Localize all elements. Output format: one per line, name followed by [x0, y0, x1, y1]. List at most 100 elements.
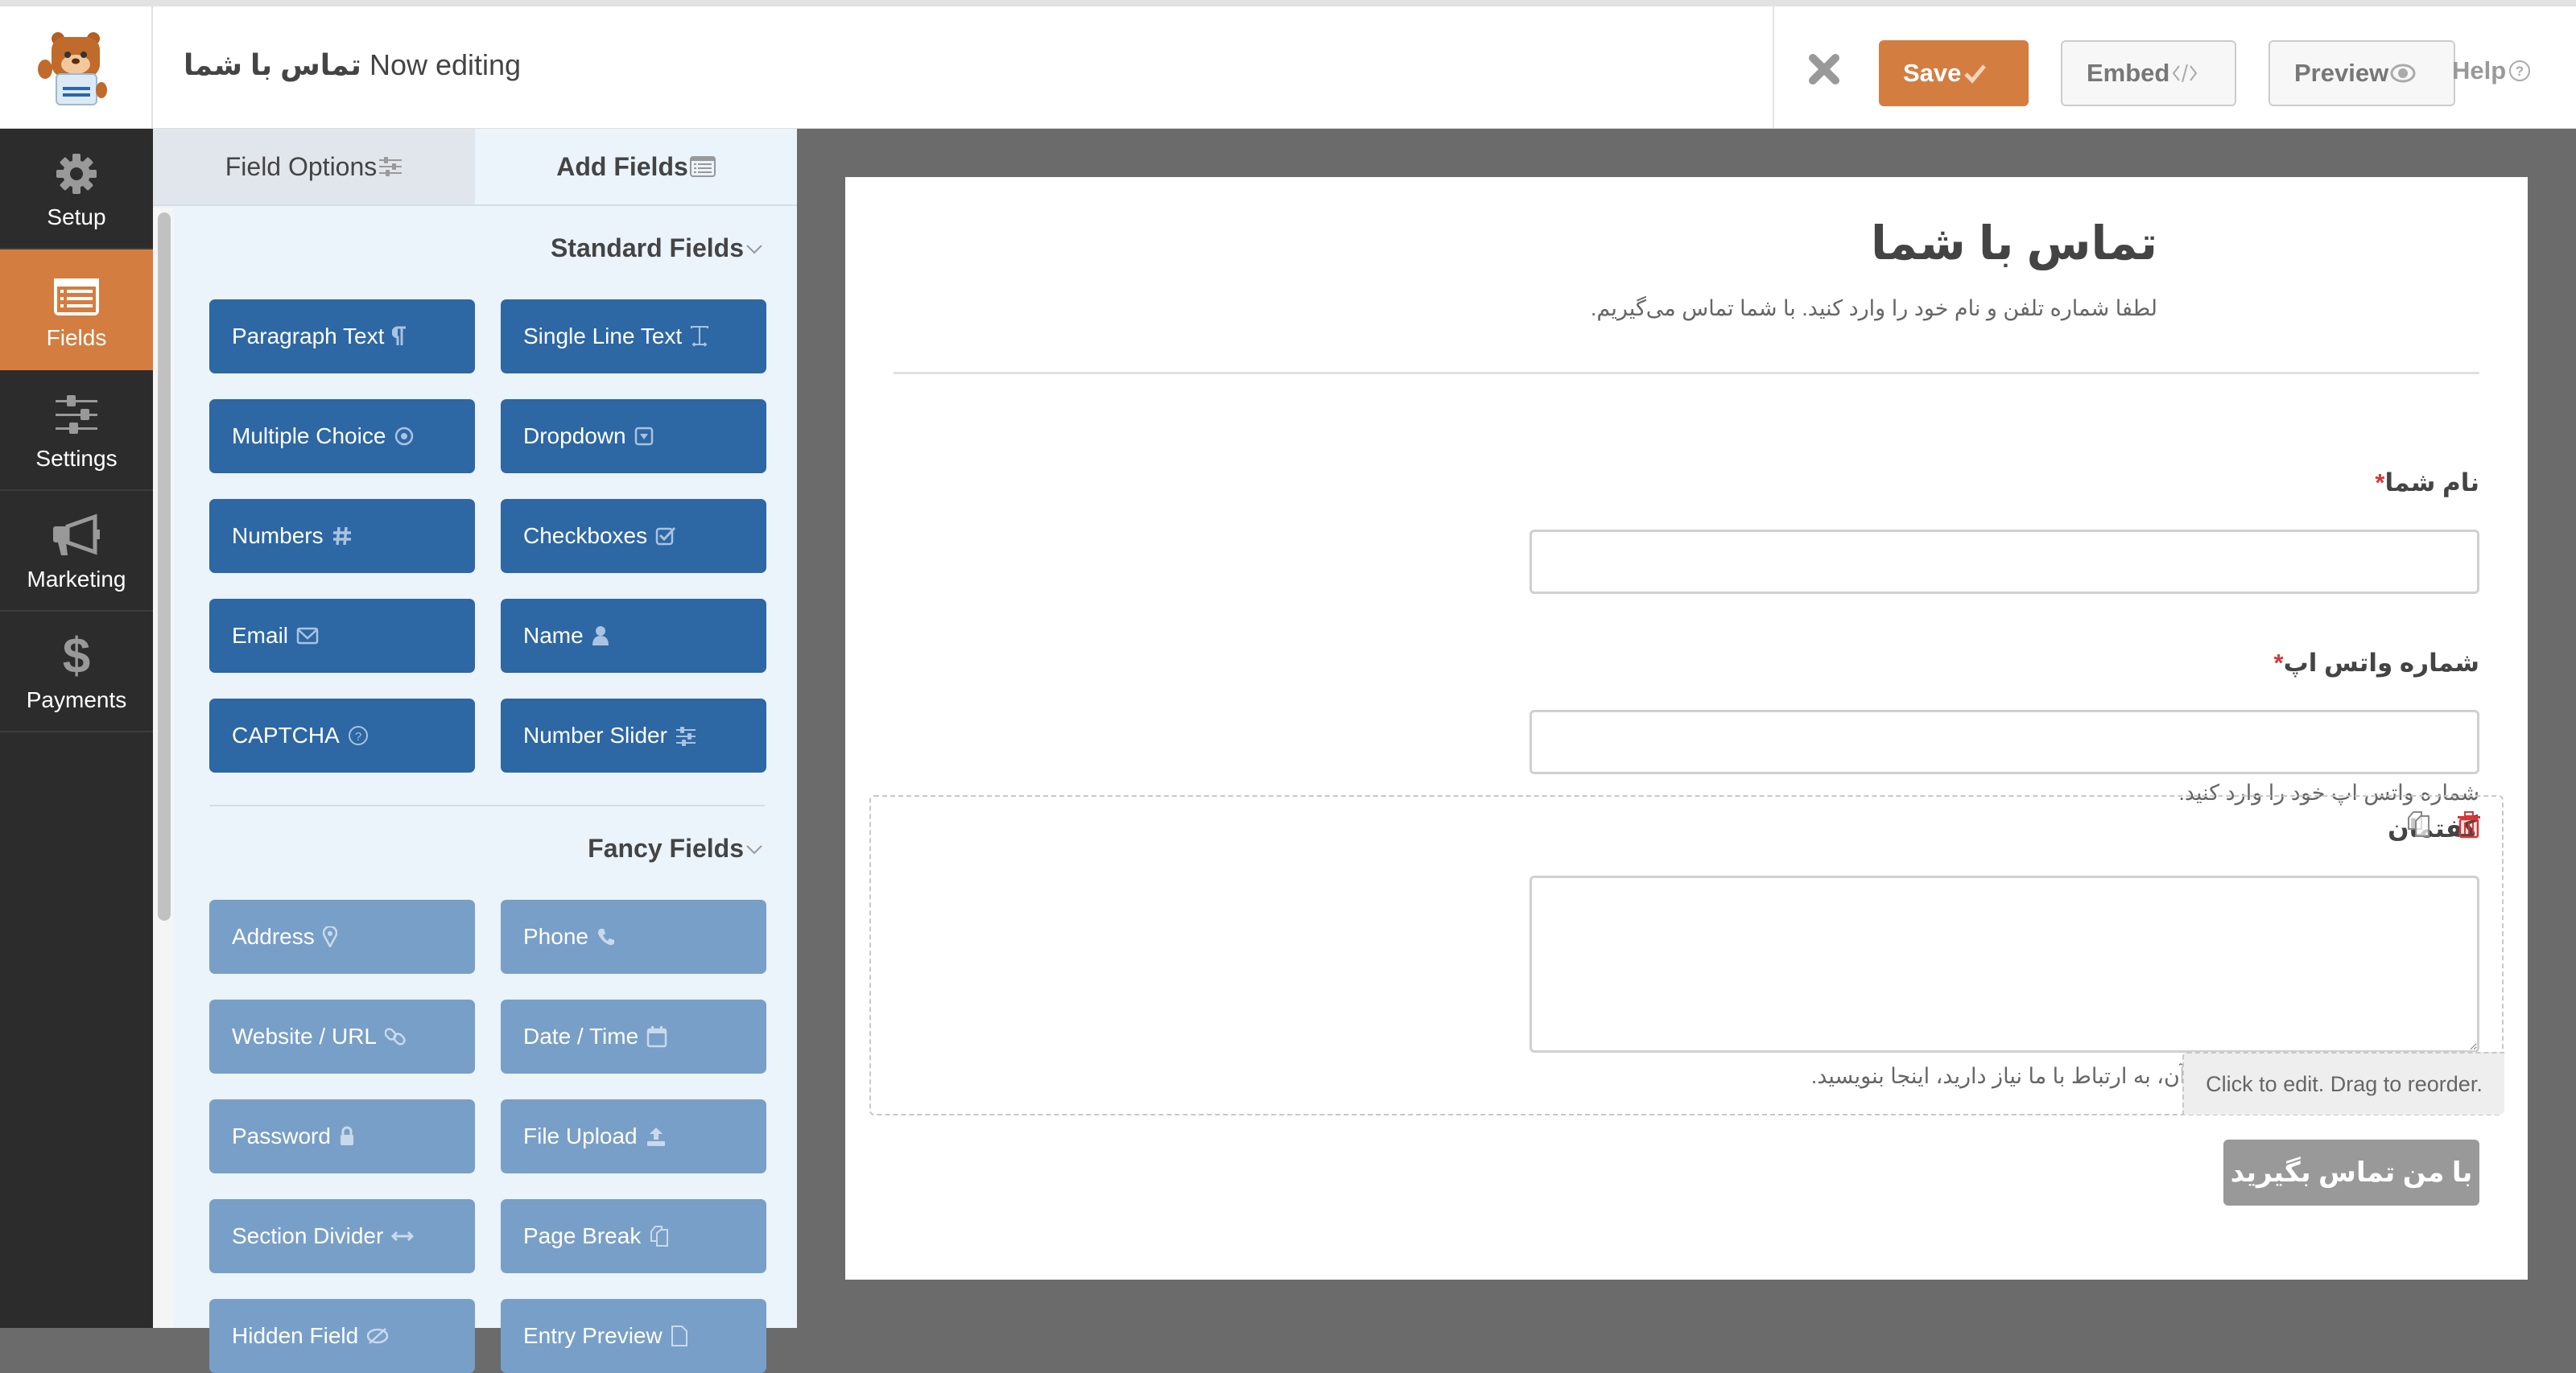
chevron-down-icon	[745, 842, 763, 856]
form-preview: تماس با شما لطفا شماره تلفن و نام خود را…	[845, 177, 2528, 1280]
add-field-name[interactable]: Name	[501, 599, 766, 673]
nav-label: Fields	[46, 325, 107, 350]
form-header-divider	[894, 372, 2479, 374]
field-label-name[interactable]: نام شما*	[2375, 468, 2479, 497]
field-label: Number Slider	[523, 723, 667, 748]
tab-field-options[interactable]: Field Options	[153, 129, 475, 204]
help-button[interactable]: Help ?	[2452, 56, 2532, 85]
add-field-page-break[interactable]: Page Break	[501, 1199, 766, 1273]
add-field-address[interactable]: Address	[209, 900, 475, 974]
add-field-numbers[interactable]: Numbers	[209, 499, 475, 573]
field-label-message[interactable]: گفتمان	[2388, 811, 2481, 843]
arrows-h-icon	[391, 1229, 415, 1243]
calendar-icon	[646, 1025, 667, 1048]
field-label: Address	[232, 924, 315, 949]
now-editing-heading: تماس با شما Now editing	[184, 48, 521, 82]
upload-icon	[646, 1126, 667, 1147]
required-marker: *	[2273, 649, 2284, 677]
add-field-paragraph-text[interactable]: Paragraph Text	[209, 299, 475, 373]
close-icon	[1809, 54, 1839, 85]
chevron-down-icon	[745, 241, 763, 256]
nav-item-setup[interactable]: Setup	[0, 129, 153, 249]
label-text: شماره واتس اپ	[2283, 649, 2479, 677]
svg-text:?: ?	[355, 730, 361, 744]
add-field-captcha[interactable]: CAPTCHA ?	[209, 699, 475, 773]
logo	[0, 6, 153, 129]
phone-icon	[597, 927, 616, 946]
trash-icon[interactable]	[2457, 811, 2481, 839]
field-label: Numbers	[232, 523, 324, 548]
lock-icon	[339, 1126, 355, 1147]
add-field-checkboxes[interactable]: Checkboxes	[501, 499, 766, 573]
add-field-file-upload[interactable]: File Upload	[501, 1099, 766, 1173]
preview-label: Preview	[2294, 59, 2389, 87]
envelope-icon	[296, 626, 319, 645]
add-field-website-url[interactable]: Website / URL	[209, 1000, 475, 1074]
nav-item-marketing[interactable]: Marketing	[0, 491, 153, 612]
save-button[interactable]: Save	[1879, 40, 2029, 106]
field-label: Section Divider	[232, 1223, 384, 1248]
name-input[interactable]	[1530, 530, 2479, 594]
message-textarea[interactable]	[1530, 876, 2479, 1053]
submit-button[interactable]: با من تماس بگیرید	[2223, 1140, 2479, 1206]
form-description[interactable]: لطفا شماره تلفن و نام خود را وارد کنید. …	[1591, 296, 2157, 321]
add-field-entry-preview[interactable]: Entry Preview	[501, 1299, 766, 1373]
field-label-whatsapp[interactable]: شماره واتس اپ*	[2274, 649, 2480, 678]
embed-button[interactable]: Embed	[2061, 40, 2236, 106]
dollar-icon: $	[60, 629, 93, 679]
add-field-dropdown[interactable]: Dropdown	[501, 399, 766, 473]
nav-item-fields[interactable]: Fields	[0, 249, 153, 370]
svg-text:$: $	[63, 629, 90, 679]
fancy-fields-toggle[interactable]: Fancy Fields	[588, 834, 763, 864]
duplicate-icon[interactable]	[2407, 810, 2431, 839]
field-label: Checkboxes	[523, 523, 648, 548]
field-label: Name	[523, 623, 584, 648]
field-label: Date / Time	[523, 1024, 639, 1049]
fields-panel: Field Options Add Fields Standard Fields…	[153, 129, 797, 1373]
add-field-multiple-choice[interactable]: Multiple Choice	[209, 399, 475, 473]
add-field-hidden-field[interactable]: Hidden Field	[209, 1299, 475, 1373]
close-button[interactable]	[1806, 52, 1842, 87]
svg-text:?: ?	[2516, 64, 2524, 79]
bear-mascot-icon	[38, 32, 107, 105]
check-icon	[1963, 61, 1987, 85]
field-label: Website / URL	[232, 1024, 377, 1049]
nav-label: Setup	[47, 204, 106, 229]
add-field-section-divider[interactable]: Section Divider	[209, 1199, 475, 1273]
add-field-password[interactable]: Password	[209, 1099, 475, 1173]
paragraph-icon	[392, 326, 407, 347]
nav-label: Payments	[26, 687, 127, 712]
nav-item-settings[interactable]: Settings	[0, 370, 153, 491]
add-field-single-line-text[interactable]: Single Line Text	[501, 299, 766, 373]
add-field-phone[interactable]: Phone	[501, 900, 766, 974]
field-label: Hidden Field	[232, 1323, 359, 1348]
tab-label: Add Fields	[556, 151, 688, 181]
preview-button[interactable]: Preview	[2268, 40, 2455, 106]
toolbar-divider	[1773, 6, 1774, 129]
field-label: Password	[232, 1124, 331, 1148]
tab-add-fields[interactable]: Add Fields	[475, 129, 797, 204]
panel-tabs: Field Options Add Fields	[153, 129, 797, 206]
checkbox-icon	[655, 526, 676, 546]
builder-sidebar: Setup Fields Settings Marketing $ Paymen…	[0, 129, 153, 1328]
add-field-email[interactable]: Email	[209, 599, 475, 673]
panel-scrollbar-thumb[interactable]	[158, 212, 171, 921]
form-title[interactable]: تماس با شما	[1871, 216, 2157, 270]
group-title: Standard Fields	[550, 233, 744, 262]
help-label: Help	[2452, 56, 2507, 85]
field-label: Phone	[523, 924, 588, 949]
question-circle-icon: ?	[348, 725, 369, 746]
nav-item-payments[interactable]: $ Payments	[0, 612, 153, 732]
field-label: Page Break	[523, 1223, 642, 1248]
standard-fields-toggle[interactable]: Standard Fields	[551, 233, 763, 263]
dropdown-icon	[634, 426, 654, 447]
field-label: Entry Preview	[523, 1323, 663, 1348]
field-label: Dropdown	[523, 423, 626, 448]
add-field-number-slider[interactable]: Number Slider	[501, 699, 766, 773]
nav-label: Settings	[35, 446, 118, 471]
message-description: ی آن، به ارتباط با ما نیاز دارید، اینجا …	[1810, 1064, 2209, 1088]
whatsapp-input[interactable]	[1530, 710, 2479, 774]
add-field-date-time[interactable]: Date / Time	[501, 1000, 766, 1074]
form-preview-area: تماس با شما لطفا شماره تلفن و نام خود را…	[797, 129, 2576, 1328]
link-icon	[385, 1026, 406, 1047]
